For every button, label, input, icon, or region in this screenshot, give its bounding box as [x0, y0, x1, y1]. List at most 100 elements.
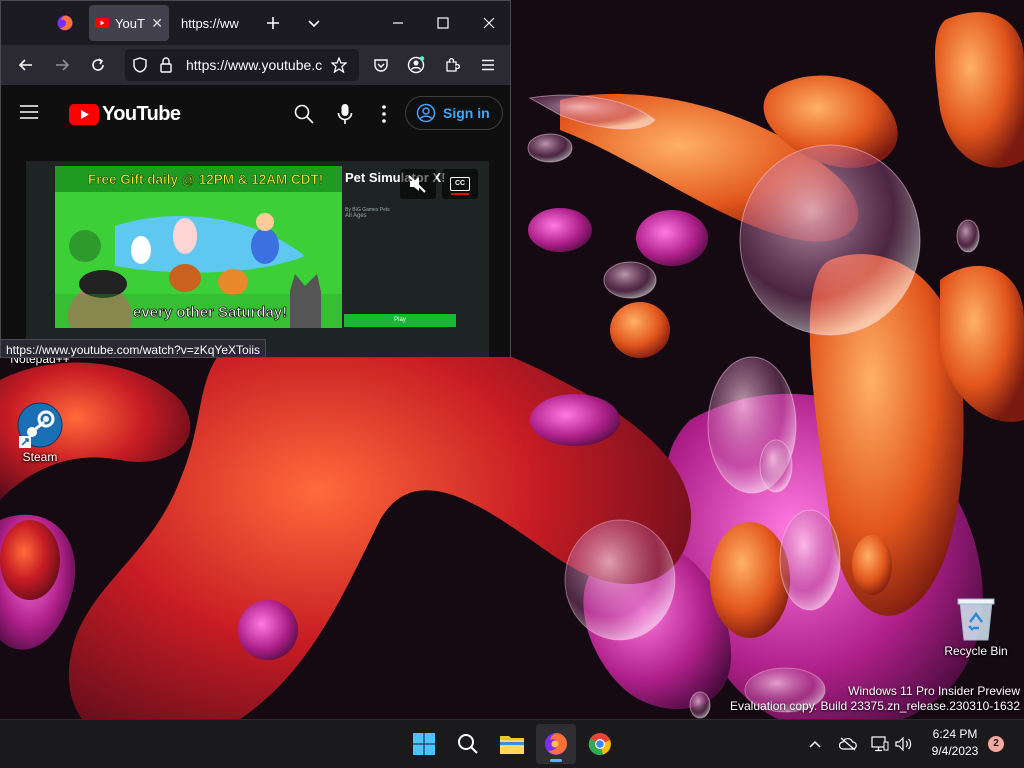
- network-tray-icon[interactable]: [868, 720, 892, 768]
- volume-tray-icon[interactable]: [892, 720, 916, 768]
- arrow-right-icon: [56, 59, 70, 71]
- watermark-build: Evaluation copy. Build 23375.zn_release.…: [730, 699, 1020, 713]
- pocket-icon: [374, 59, 388, 72]
- extensions-button[interactable]: [438, 51, 466, 79]
- bookmark-star-icon[interactable]: [331, 57, 347, 73]
- shield-icon: [133, 57, 147, 73]
- youtube-wordmark: YouTube: [102, 103, 181, 125]
- url-text: https://www.youtube.c: [186, 57, 323, 73]
- close-window-button[interactable]: [475, 9, 503, 37]
- sign-in-button[interactable]: Sign in: [405, 96, 503, 130]
- steam-icon: [17, 402, 63, 448]
- clock-time: 6:24 PM: [932, 727, 978, 741]
- hamburger-icon: [20, 105, 38, 119]
- status-bar-link-preview: https://www.youtube.com/watch?v=zKqYeXTo…: [1, 339, 267, 357]
- youtube-favicon-icon: [95, 18, 109, 28]
- speaker-icon: [895, 737, 912, 751]
- clock-date: 9/4/2023: [931, 744, 979, 758]
- captions-button[interactable]: CC: [442, 169, 478, 199]
- video-player[interactable]: Free Gift daily @ 12PM & 12AM CDT! every…: [26, 161, 489, 357]
- account-icon: [407, 56, 425, 74]
- arrow-left-icon: [18, 59, 32, 71]
- taskbar: 6:24 PM 9/4/2023 2: [0, 719, 1024, 768]
- desktop-icon-recycle-bin[interactable]: Recycle Bin: [936, 596, 1016, 658]
- show-hidden-icons-button[interactable]: [804, 720, 826, 768]
- hamburger-icon: [482, 59, 494, 71]
- search-icon: [294, 104, 314, 124]
- mute-button[interactable]: [400, 169, 436, 199]
- chrome-icon: [588, 733, 611, 756]
- reload-button[interactable]: [84, 51, 112, 79]
- firefox-icon: [57, 15, 73, 31]
- taskbar-search-button[interactable]: [448, 724, 488, 764]
- taskbar-firefox[interactable]: [536, 724, 576, 764]
- reload-icon: [92, 58, 104, 71]
- video-thumbnail: Free Gift daily @ 12PM & 12AM CDT! every…: [55, 166, 342, 328]
- youtube-logo-icon: [69, 104, 99, 125]
- close-tab-icon[interactable]: ✕: [151, 15, 163, 32]
- folder-icon: [500, 736, 524, 754]
- close-icon: [483, 17, 495, 29]
- cc-icon: CC: [450, 177, 470, 195]
- cloud-off-icon: [839, 737, 857, 751]
- minimize-button[interactable]: [384, 9, 412, 37]
- lock-icon: [160, 57, 172, 73]
- start-button[interactable]: [404, 724, 444, 764]
- more-vertical-icon: [382, 105, 386, 123]
- chevron-up-icon: [809, 740, 821, 748]
- tab-loading[interactable]: https://ww: [173, 5, 253, 41]
- search-button[interactable]: [293, 103, 315, 130]
- puzzle-icon: [446, 58, 460, 72]
- game-play-button: Play: [344, 314, 456, 327]
- tab-title: https://ww: [181, 15, 239, 31]
- voice-search-button[interactable]: [337, 103, 353, 130]
- tab-youtube[interactable]: YouT ✕: [89, 5, 169, 41]
- taskbar-file-explorer[interactable]: [492, 724, 532, 764]
- ethernet-icon: [871, 736, 889, 752]
- pocket-button[interactable]: [367, 51, 395, 79]
- taskbar-clock[interactable]: 6:24 PM 9/4/2023: [920, 726, 990, 760]
- search-icon: [458, 734, 478, 754]
- list-all-tabs-button[interactable]: [300, 9, 328, 37]
- page-content: YouTube Sign in Free Gift daily @ 12PM &…: [1, 85, 510, 357]
- account-button[interactable]: [402, 51, 430, 79]
- user-circle-icon: [416, 103, 436, 123]
- youtube-logo[interactable]: YouTube: [69, 103, 181, 126]
- cc-active-indicator: [451, 193, 469, 195]
- firefox-window: YouT ✕ https://ww https://www.youtube.c …: [0, 0, 511, 358]
- watermark-edition: Windows 11 Pro Insider Preview: [848, 684, 1020, 698]
- windows-watermark: Windows 11 Pro Insider Preview Evaluatio…: [730, 684, 1020, 714]
- address-bar[interactable]: https://www.youtube.c: [125, 49, 359, 81]
- tab-firefox-view[interactable]: [45, 5, 85, 41]
- tab-strip: YouT ✕ https://ww: [1, 1, 510, 45]
- firefox-icon: [545, 733, 567, 755]
- tab-title: YouT: [115, 15, 145, 31]
- navigation-toolbar: https://www.youtube.c: [1, 45, 510, 85]
- settings-kebab-button[interactable]: [381, 105, 387, 128]
- microphone-icon: [337, 104, 353, 124]
- thumbnail-banner-text: Free Gift daily @ 12PM & 12AM CDT!: [88, 172, 323, 187]
- thumbnail-bottom-text: every other Saturday!: [133, 304, 287, 321]
- back-button[interactable]: [12, 51, 40, 79]
- chevron-down-icon: [308, 20, 320, 28]
- desktop-icon-label: Steam: [22, 450, 58, 464]
- guide-menu-button[interactable]: [19, 104, 41, 124]
- plus-icon: [267, 17, 279, 29]
- game-age-rating: All Ages: [345, 213, 367, 219]
- minimize-icon: [393, 22, 403, 24]
- cc-label: CC: [454, 180, 466, 187]
- maximize-icon: [437, 17, 449, 29]
- forward-button[interactable]: [48, 51, 76, 79]
- maximize-button[interactable]: [429, 9, 457, 37]
- desktop-icon-steam[interactable]: Steam: [0, 402, 80, 464]
- new-tab-button[interactable]: [259, 9, 287, 37]
- youtube-header: YouTube Sign in: [1, 85, 510, 143]
- recycle-bin-icon: [957, 598, 995, 641]
- onedrive-tray-icon[interactable]: [836, 720, 860, 768]
- taskbar-chrome[interactable]: [580, 724, 620, 764]
- app-menu-button[interactable]: [474, 51, 502, 79]
- notification-badge[interactable]: 2: [988, 736, 1004, 752]
- desktop-icon-label: Recycle Bin: [944, 644, 1008, 658]
- volume-muted-icon: [408, 175, 426, 193]
- sign-in-label: Sign in: [443, 105, 490, 121]
